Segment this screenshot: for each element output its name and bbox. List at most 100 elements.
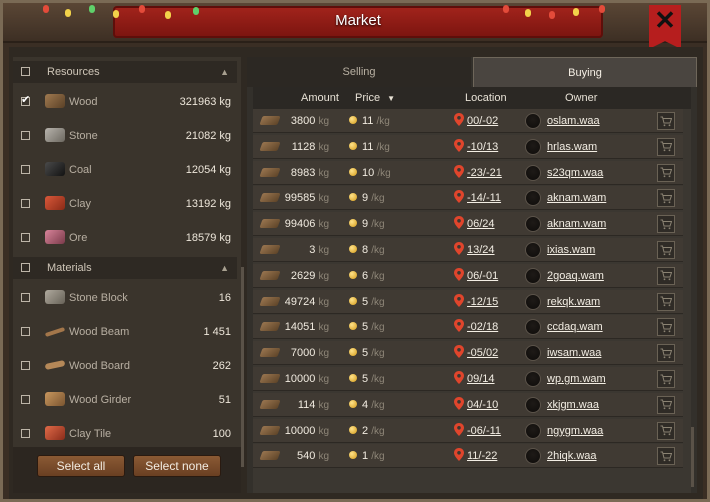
location-link[interactable]: 04/-10 xyxy=(467,399,498,411)
location-link[interactable]: -12/15 xyxy=(467,296,498,308)
owner-link[interactable]: aknam.wam xyxy=(547,218,606,230)
offers-scrollbar[interactable] xyxy=(691,427,694,487)
wood-beam-icon xyxy=(44,327,66,337)
location-link[interactable]: -02/18 xyxy=(467,321,498,333)
wood-board-checkbox[interactable] xyxy=(21,361,30,370)
owner-link[interactable]: ccdaq.wam xyxy=(547,321,603,333)
buy-cart-button[interactable] xyxy=(657,215,675,234)
table-row[interactable]: 3 kg 8 /kg 13/24 ixias.wam xyxy=(253,238,683,262)
clay-checkbox[interactable] xyxy=(21,199,30,208)
table-row[interactable]: 10000 kg 2 /kg -06/-11 ngygm.waa xyxy=(253,418,683,443)
resources-group-checkbox[interactable] xyxy=(21,67,30,76)
location-link[interactable]: 09/14 xyxy=(467,373,495,385)
buy-cart-button[interactable] xyxy=(657,189,675,208)
buy-cart-button[interactable] xyxy=(657,292,675,311)
close-button[interactable]: ✕ xyxy=(649,5,681,49)
resources-group-header[interactable]: Resources ▲ xyxy=(13,61,237,83)
column-amount[interactable]: Amount xyxy=(301,92,339,104)
table-row[interactable]: 2629 kg 6 /kg 06/-01 2goaq.wam xyxy=(253,263,683,288)
select-none-button[interactable]: Select none xyxy=(133,455,221,477)
filter-row-clay-tile[interactable]: Clay Tile 100 xyxy=(13,417,237,451)
buy-cart-button[interactable] xyxy=(657,421,675,440)
coal-checkbox[interactable] xyxy=(21,165,30,174)
location-link[interactable]: -23/-21 xyxy=(467,167,502,179)
amount-unit: kg xyxy=(318,219,329,231)
select-all-button[interactable]: Select all xyxy=(37,455,125,477)
table-row[interactable]: 7000 kg 5 /kg -05/02 iwsam.waa xyxy=(253,341,683,366)
table-row[interactable]: 10000 kg 5 /kg 09/14 wp.gm.wam xyxy=(253,367,683,391)
owner-link[interactable]: ixias.wam xyxy=(547,244,595,256)
location-link[interactable]: 06/-01 xyxy=(467,270,498,282)
table-row[interactable]: 14051 kg 5 /kg -02/18 ccdaq.wam xyxy=(253,315,683,340)
owner-link[interactable]: aknam.wam xyxy=(547,192,606,204)
collapse-arrow-icon[interactable]: ▲ xyxy=(220,67,229,77)
owner-link[interactable]: s23qm.waa xyxy=(547,167,603,179)
owner-link[interactable]: hrlas.wam xyxy=(547,141,597,153)
location-link[interactable]: 00/-02 xyxy=(467,115,498,127)
owner-link[interactable]: wp.gm.wam xyxy=(547,373,606,385)
buy-cart-button[interactable] xyxy=(657,344,675,363)
tab-buying[interactable]: Buying xyxy=(473,57,697,87)
filter-row-stone-block[interactable]: Stone Block 16 xyxy=(13,281,237,315)
column-location[interactable]: Location xyxy=(465,92,507,104)
wood-icon xyxy=(45,94,65,108)
table-row[interactable]: 1128 kg 11 /kg -10/13 hrlas.wam xyxy=(253,134,683,159)
table-row[interactable]: 540 kg 1 /kg 11/-22 2hiqk.waa xyxy=(253,444,683,469)
filter-row-ore[interactable]: Ore 18579 kg xyxy=(13,221,237,255)
buy-cart-button[interactable] xyxy=(657,241,675,259)
buy-cart-button[interactable] xyxy=(657,163,675,182)
column-owner[interactable]: Owner xyxy=(565,92,597,104)
column-price[interactable]: Price ▼ xyxy=(355,92,395,104)
stone-block-checkbox[interactable] xyxy=(21,293,30,302)
table-row[interactable]: 99406 kg 9 /kg 06/24 aknam.wam xyxy=(253,212,683,237)
filter-row-wood-girder[interactable]: Wood Girder 51 xyxy=(13,383,237,417)
filter-row-wood[interactable]: Wood 321963 kg xyxy=(13,85,237,119)
owner-link[interactable]: xkjgm.waa xyxy=(547,399,599,411)
buy-cart-button[interactable] xyxy=(657,370,675,388)
wood-beam-checkbox[interactable] xyxy=(21,327,30,336)
materials-group-checkbox[interactable] xyxy=(21,263,30,272)
selection-bar: Select all Select none xyxy=(13,447,241,493)
location-link[interactable]: -05/02 xyxy=(467,347,498,359)
location-link[interactable]: -06/-11 xyxy=(467,425,501,437)
filter-row-stone[interactable]: Stone 21082 kg xyxy=(13,119,237,153)
ore-checkbox[interactable] xyxy=(21,233,30,242)
amount-unit: kg xyxy=(318,374,329,385)
owner-link[interactable]: ngygm.waa xyxy=(547,425,603,437)
wood-checkbox[interactable] xyxy=(21,93,30,106)
location-link[interactable]: 06/24 xyxy=(467,218,495,230)
table-row[interactable]: 3800 kg 11 /kg 00/-02 oslam.waa xyxy=(253,109,683,133)
clay-tile-checkbox[interactable] xyxy=(21,429,30,438)
table-row[interactable]: 114 kg 4 /kg 04/-10 xkjgm.waa xyxy=(253,392,683,417)
collapse-arrow-icon[interactable]: ▲ xyxy=(220,263,229,273)
amount-unit: kg xyxy=(318,348,329,360)
owner-link[interactable]: 2goaq.wam xyxy=(547,270,604,282)
buy-cart-button[interactable] xyxy=(657,112,675,130)
wood-girder-checkbox[interactable] xyxy=(21,395,30,404)
location-link[interactable]: 13/24 xyxy=(467,244,495,256)
buy-cart-button[interactable] xyxy=(657,318,675,337)
filter-row-clay[interactable]: Clay 13192 kg xyxy=(13,187,237,221)
filter-scrollbar[interactable] xyxy=(241,267,244,467)
stone-checkbox[interactable] xyxy=(21,131,30,140)
buy-cart-button[interactable] xyxy=(657,447,675,466)
location-link[interactable]: -10/13 xyxy=(467,141,498,153)
location-link[interactable]: 11/-22 xyxy=(467,450,497,462)
buy-cart-button[interactable] xyxy=(657,395,675,414)
filter-row-wood-beam[interactable]: Wood Beam 1 451 xyxy=(13,315,237,349)
owner-link[interactable]: 2hiqk.waa xyxy=(547,450,597,462)
location-link[interactable]: -14/-11 xyxy=(467,192,501,204)
table-row[interactable]: 8983 kg 10 /kg -23/-21 s23qm.waa xyxy=(253,160,683,185)
filter-row-coal[interactable]: Coal 12054 kg xyxy=(13,153,237,187)
materials-group-header[interactable]: Materials ▲ xyxy=(13,257,237,279)
buy-cart-button[interactable] xyxy=(657,137,675,156)
owner-link[interactable]: rekqk.wam xyxy=(547,296,600,308)
table-row[interactable]: 99585 kg 9 /kg -14/-11 aknam.wam xyxy=(253,186,683,211)
owner-link[interactable]: oslam.waa xyxy=(547,115,600,127)
table-row[interactable]: 49724 kg 5 /kg -12/15 rekqk.wam xyxy=(253,289,683,314)
buy-cart-button[interactable] xyxy=(657,266,675,285)
filter-row-wood-board[interactable]: Wood Board 262 xyxy=(13,349,237,383)
filter-name: Ore xyxy=(69,232,88,244)
tab-selling[interactable]: Selling xyxy=(247,57,471,87)
owner-link[interactable]: iwsam.waa xyxy=(547,347,601,359)
